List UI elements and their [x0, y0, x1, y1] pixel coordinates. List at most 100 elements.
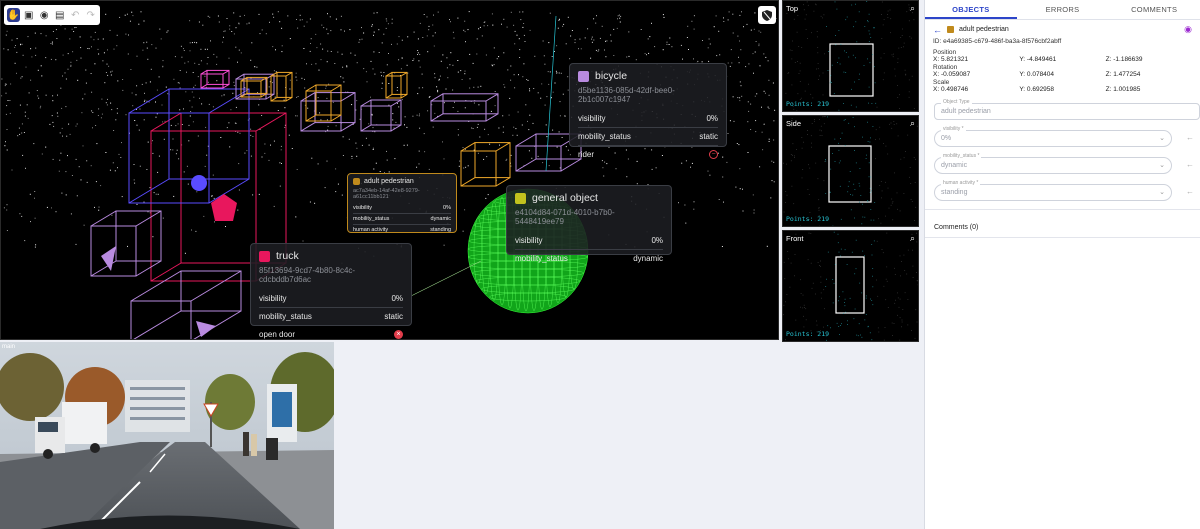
top-view-canvas [785, 1, 915, 111]
view-label: Front [786, 234, 804, 243]
view-label: Side [786, 119, 802, 128]
app-root: ✋ ▣ ◉ ▤ ↶ ↷ bicycle d5be1136-085d-42df-b… [0, 0, 1200, 529]
camera-image[interactable]: main [0, 342, 334, 529]
zoom-icon[interactable]: ⌕ [910, 233, 915, 244]
bicycle-label-card[interactable]: bicycle d5be1136-085d-42df-bee0-2b1c007c… [569, 63, 727, 159]
attr-row: visibility 0% [259, 294, 403, 303]
attr-row: mobility_status dynamic [353, 213, 451, 224]
side-view-panel[interactable]: Side ⌕ Points: 219 [782, 115, 919, 227]
bicycle-bounding-box[interactable] [200, 69, 230, 89]
class-color-swatch [947, 26, 954, 33]
class-color-swatch [353, 178, 360, 185]
class-color-swatch [259, 250, 270, 262]
arrow-left-icon[interactable]: ← [1186, 133, 1194, 142]
comments-heading[interactable]: Comments (0) [925, 210, 1200, 231]
bicycle-bounding-box[interactable] [300, 92, 356, 132]
divider [925, 237, 1200, 238]
card-title: general object [532, 192, 598, 204]
tab-objects[interactable]: OBJECTS [925, 0, 1017, 19]
scale-values: X: 0.498746 Y: 0.692958 Z: 1.001985 [933, 86, 1141, 93]
no-icon: − [709, 150, 718, 159]
general-object-label-card[interactable]: general object e4104d84-071d-4010-b7b0-5… [506, 185, 672, 263]
front-view-canvas [783, 231, 918, 341]
card-header: bicycle [578, 70, 718, 82]
pedestrian-bounding-box[interactable] [305, 84, 342, 122]
attr-row: rider − [578, 145, 718, 163]
attr-row: mobility_status dynamic [515, 249, 663, 267]
bicycle-bounding-box[interactable] [235, 73, 275, 100]
selection-box [829, 43, 874, 97]
truck-label-card[interactable]: truck 85f13694-9cd7-4b80-8c4c-cdcbddb7d6… [250, 243, 412, 339]
attr-row: mobility_status static [578, 127, 718, 145]
human-activity-select[interactable]: human activity * standing ⌄ [934, 180, 1172, 201]
card-header: truck [259, 250, 403, 262]
rotation-heading: Rotation [933, 64, 958, 71]
connector-line [410, 260, 482, 297]
eye-icon[interactable]: ◉ [1184, 24, 1192, 35]
truck-marker[interactable] [211, 194, 237, 221]
object-type-field[interactable]: Object Type adult pedestrian [934, 99, 1200, 120]
class-color-swatch [578, 70, 589, 82]
car-marker[interactable] [191, 175, 207, 191]
attr-row: visibility 0% [353, 205, 451, 211]
mobility-status-select[interactable]: mobility_status * dynamic ⌄ [934, 153, 1172, 174]
bicycle-marker[interactable] [101, 246, 116, 271]
back-arrow-icon[interactable]: ← [933, 25, 942, 35]
scale-heading: Scale [933, 79, 950, 86]
front-view-panel[interactable]: Front ⌕ Points: 219 [782, 230, 919, 342]
chevron-down-icon: ⌄ [1159, 162, 1165, 169]
rotation-values: X: -0.059087 Y: 0.078404 Z: 1.477254 [933, 71, 1141, 78]
object-id: e4104d84-071d-4010-b7b0-5448419ee79 [515, 208, 615, 226]
bicycle-bounding-box[interactable] [430, 93, 499, 122]
attr-row: mobility_status static [259, 307, 403, 325]
box-icon[interactable]: ▣ [23, 8, 36, 22]
points-count: Points: 219 [786, 330, 830, 338]
chevron-down-icon: ⌄ [1159, 135, 1165, 142]
bicycle-marker[interactable] [196, 321, 216, 337]
tab-comments[interactable]: COMMENTS [1108, 0, 1200, 19]
image-icon[interactable]: ▤ [54, 8, 67, 22]
pedestrian-label-card[interactable]: adult pedestrian ac7a34eb-14af-42e8-9279… [347, 173, 457, 233]
class-color-swatch [515, 192, 526, 204]
pedestrian-bounding-box[interactable] [460, 142, 511, 187]
attr-row: open door × [259, 325, 403, 339]
car-bounding-box[interactable] [128, 88, 250, 204]
object-name: adult pedestrian [959, 26, 1009, 33]
position-heading: Position [933, 49, 957, 56]
selected-object-header: ← adult pedestrian ◉ [925, 20, 1200, 35]
pointcloud-viewport[interactable]: ✋ ▣ ◉ ▤ ↶ ↷ bicycle d5be1136-085d-42df-b… [0, 0, 779, 340]
arrow-left-icon[interactable]: ← [1186, 187, 1194, 196]
card-title: adult pedestrian [364, 178, 414, 185]
side-view-canvas [783, 116, 918, 226]
object-id: ac7a34eb-14af-42e8-9279-a61cc11bb121 [353, 188, 420, 200]
target-icon[interactable]: ◉ [38, 8, 51, 22]
card-header: general object [515, 192, 663, 204]
attr-row: visibility 0% [578, 114, 718, 123]
card-header: adult pedestrian [353, 178, 451, 185]
attr-row: human activity standing [353, 224, 451, 235]
object-id: d5be1136-085d-42df-bee0-2b1c007c1947 [578, 86, 675, 104]
visibility-select[interactable]: visibility * 0% ⌄ [934, 126, 1172, 147]
hand-pointer-icon[interactable]: ✋ [7, 8, 20, 22]
view-label: Top [786, 4, 799, 13]
street-scene-illustration [0, 342, 334, 529]
camera-label: main [2, 344, 16, 350]
position-values: X: 5.821321 Y: -4.849461 Z: -1.186639 [933, 56, 1143, 63]
object-id: 85f13694-9cd7-4b80-8c4c-cdcbddb7d6ac [259, 266, 356, 284]
shield-icon[interactable] [758, 6, 776, 24]
zoom-icon[interactable]: ⌕ [910, 118, 915, 129]
top-view-panel[interactable]: Top ⌕ Points: 219 [782, 0, 919, 112]
arrow-left-icon[interactable]: ← [1186, 160, 1194, 169]
panel-tabs: OBJECTS ERRORS COMMENTS [925, 0, 1200, 20]
axis-line [545, 15, 557, 172]
bicycle-bounding-box[interactable] [360, 99, 402, 132]
zoom-icon[interactable]: ⌕ [910, 3, 915, 14]
redo-icon[interactable]: ↷ [85, 8, 98, 22]
object-id: ID: e4a69385-c679-486f-ba3a-8f576cbf2abf… [933, 38, 1062, 45]
tab-errors[interactable]: ERRORS [1017, 0, 1109, 19]
pedestrian-bounding-box[interactable] [385, 71, 408, 99]
points-count: Points: 219 [786, 215, 830, 223]
undo-icon[interactable]: ↶ [69, 8, 82, 22]
selection-box [828, 145, 872, 203]
properties-panel: OBJECTS ERRORS COMMENTS ← adult pedestri… [924, 0, 1200, 529]
